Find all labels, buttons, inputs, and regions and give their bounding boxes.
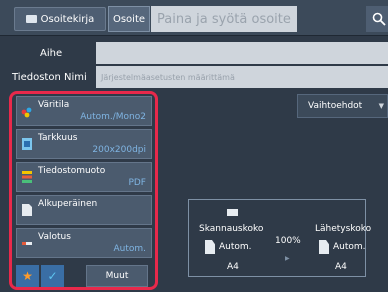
setting-value: Autom./Mono2 [80,112,146,122]
tab-address[interactable]: Osoite [108,6,150,32]
resolution-icon [22,138,32,150]
setting-value: 200x200dpi [92,145,146,155]
star-icon: ★ [22,269,33,283]
subject-field[interactable] [96,42,388,64]
setting-value: PDF [128,178,146,188]
search-icon [372,12,386,26]
top-bar: Osoitekirja Osoite Paina ja syötä osoite [0,0,388,36]
send-size-label: Lähetyskoko [315,224,372,234]
subject-label: Aihe [40,48,63,59]
options-button[interactable]: Vaihtoehdot ▼ [297,94,388,118]
scan-size-label: Skannauskoko [199,224,264,234]
more-button[interactable]: Muut [86,265,148,287]
scan-size-paper: A4 [227,262,239,272]
setting-exposure[interactable]: Valotus Autom. [16,228,152,258]
scan-size-panel[interactable]: Skannauskoko Autom. A4 100% ▶ Lähetyskok… [188,199,371,277]
document-icon [205,240,215,254]
scan-size-value: Autom. [219,242,252,252]
setting-color-mode[interactable]: Väritila Autom./Mono2 [16,96,152,126]
document-icon [319,240,329,254]
exposure-icon [22,242,32,245]
settings-list: Väritila Autom./Mono2 Tarkkuus 200x200dp… [16,96,152,261]
setting-label: Alkuperäinen [38,199,98,209]
setting-label: Valotus [38,232,71,242]
options-label: Vaihtoehdot [308,101,363,111]
address-book-button[interactable]: Osoitekirja [14,7,106,31]
setting-resolution[interactable]: Tarkkuus 200x200dpi [16,129,152,159]
arrow-right-icon: ▶ [285,255,290,262]
address-input[interactable]: Paina ja syötä osoite [151,6,297,32]
original-icon [22,204,32,216]
ratio-value: 100% [275,236,301,246]
setting-original[interactable]: Alkuperäinen [16,195,152,225]
send-size-value: Autom. [333,242,366,252]
bottom-bar: ★ ✓ Muut [16,265,152,287]
favorite-button[interactable]: ★ [16,265,39,287]
checkmark-button[interactable]: ✓ [41,265,64,287]
setting-label: Tiedostomuoto [38,166,106,176]
filename-label: Tiedoston Nimi [12,72,87,83]
setting-value: Autom. [113,244,146,254]
address-book-icon [25,15,37,23]
scanner-icon [227,209,238,216]
check-icon: ✓ [47,269,58,283]
address-book-label: Osoitekirja [40,13,95,25]
file-format-icon [22,171,32,183]
filename-field[interactable]: Järjestelmäasetusten määrittämä [96,66,388,88]
search-button[interactable] [366,6,388,32]
setting-label: Tarkkuus [38,133,78,143]
color-mode-icon [21,107,32,118]
setting-file-format[interactable]: Tiedostomuoto PDF [16,162,152,192]
setting-label: Väritila [38,100,70,110]
chevron-down-icon: ▼ [378,102,384,110]
send-size-paper: A4 [335,262,347,272]
